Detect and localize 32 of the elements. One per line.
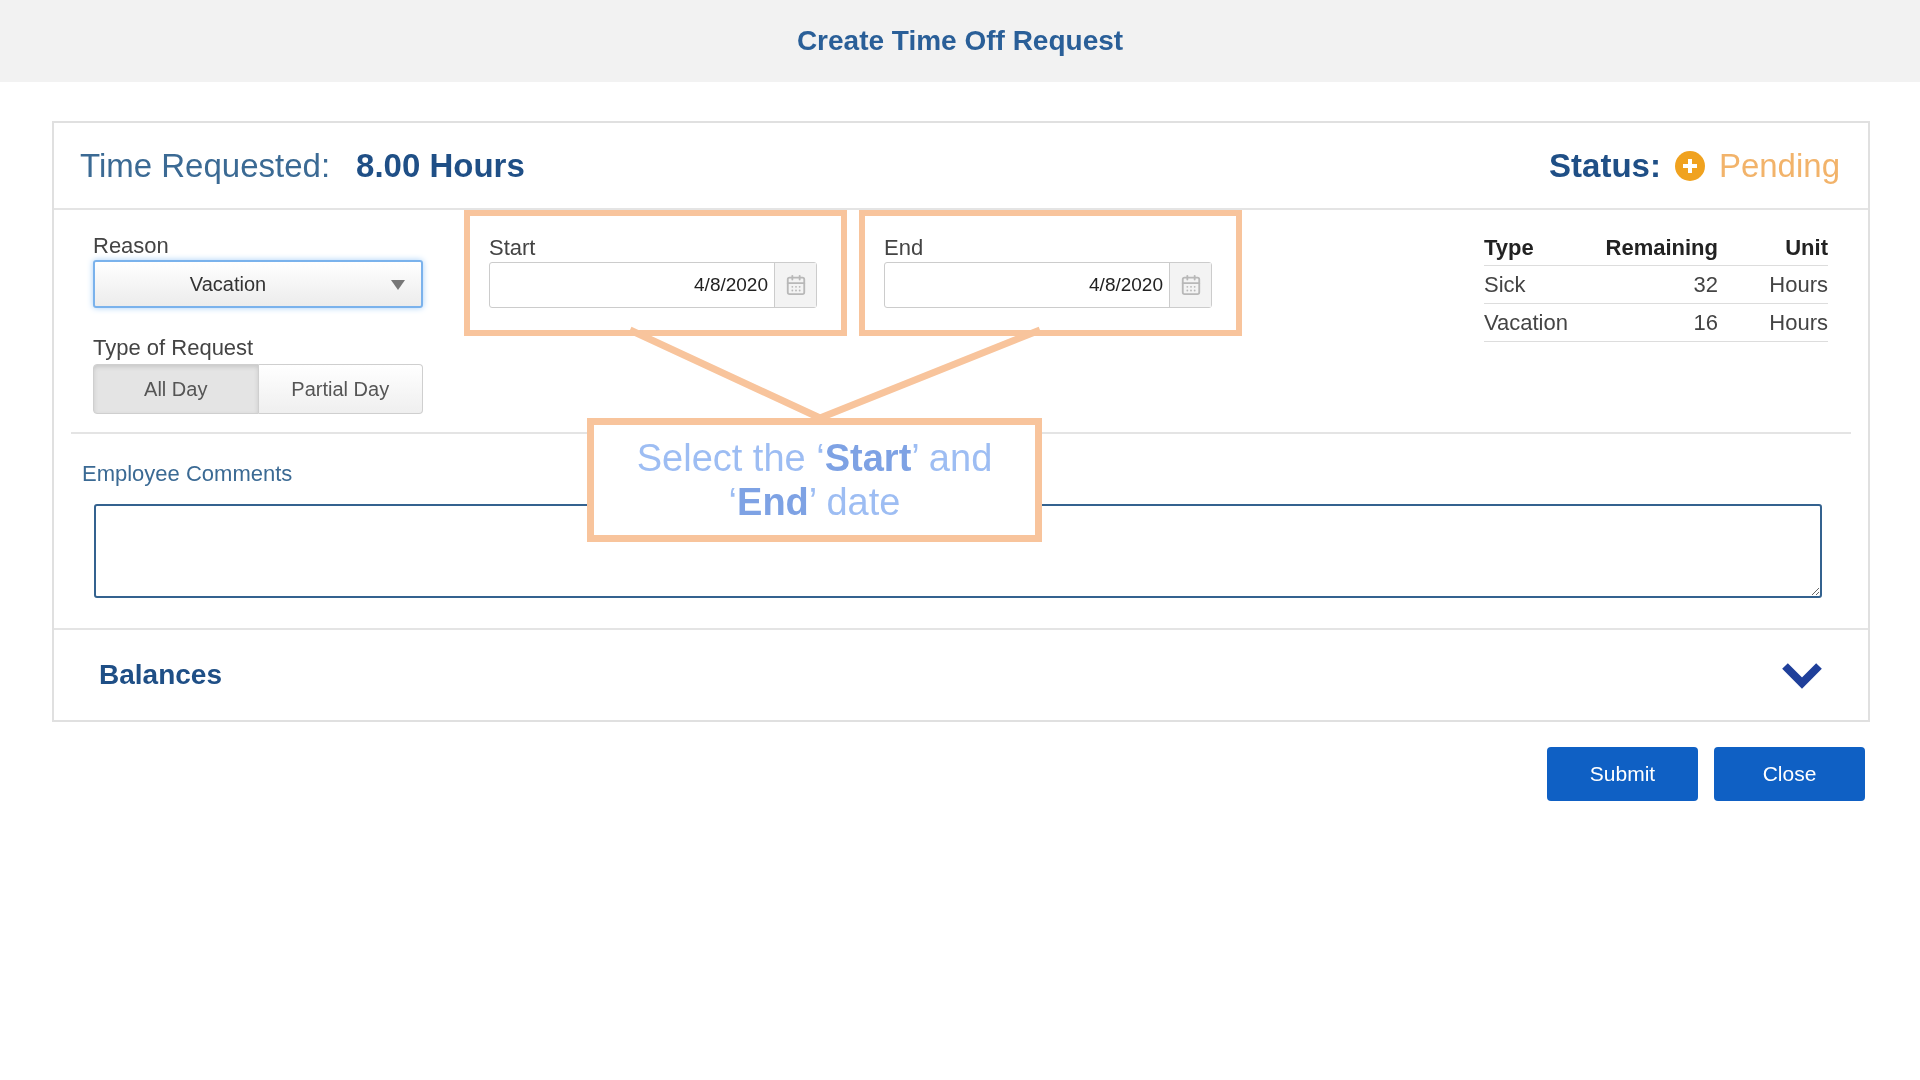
chevron-icon[interactable] <box>1781 661 1823 689</box>
table-cell-text: Vacation <box>1484 309 1569 337</box>
balances-bar[interactable]: Balances <box>54 628 1868 720</box>
time-requested-value: 8.00 Hours <box>356 145 525 186</box>
caret-icon <box>391 280 405 290</box>
column-header: Remaining <box>1604 234 1718 262</box>
dialog-title: Create Time Off Request <box>796 24 1124 58</box>
plus-circle-icon <box>1674 150 1705 181</box>
request-type-option[interactable]: All Day <box>93 364 259 414</box>
comments-label: Employee Comments <box>81 460 294 488</box>
action-button[interactable]: Submit <box>1547 747 1698 801</box>
table-cell-text: Hours <box>1768 309 1828 337</box>
column-header: Unit <box>1784 234 1828 262</box>
date-label: End <box>884 234 925 262</box>
request-type-option[interactable]: Partial Day <box>258 364 423 414</box>
date-field[interactable]: 4/8/2020 <box>884 262 1212 308</box>
column-header: Type <box>1484 234 1535 262</box>
request-type-label: Type of Request <box>93 334 255 362</box>
action-button[interactable]: Close <box>1714 747 1865 801</box>
reason-label: Reason <box>93 232 170 260</box>
balances-title: Balances <box>99 658 222 692</box>
callout-text: Select the ‘Start’ and ‘End’ date <box>635 436 994 524</box>
status-label: Status: <box>1549 145 1661 186</box>
date-field[interactable]: 4/8/2020 <box>489 262 817 308</box>
table-cell-text: 32 <box>1692 271 1718 299</box>
table-cell-text: Hours <box>1768 271 1828 299</box>
table-cell-text: 16 <box>1692 309 1718 337</box>
reason-dropdown[interactable]: Vacation <box>93 260 423 308</box>
time-requested-label: Time Requested: <box>80 145 331 186</box>
table-cell-text: Sick <box>1484 271 1527 299</box>
status-value: Pending <box>1718 145 1840 186</box>
date-label: Start <box>489 234 537 262</box>
